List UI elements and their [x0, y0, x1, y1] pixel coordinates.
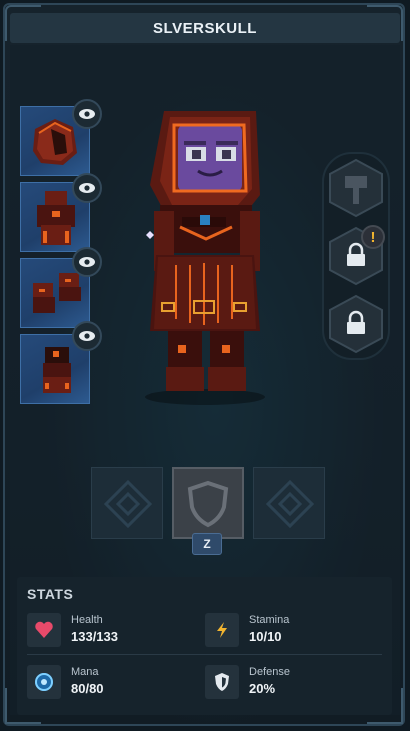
shield-icon — [205, 665, 239, 699]
stat-mana: Mana 80/80 — [27, 665, 197, 699]
alert-icon: ! — [370, 228, 376, 246]
stat-stamina: Stamina 10/10 — [205, 613, 375, 647]
stats-panel: STATS Health 133/133 Stamina 10/10 Mana … — [17, 577, 392, 715]
mana-swirl-icon — [27, 665, 61, 699]
stat-mana-value: 80/80 — [71, 681, 104, 696]
stat-health-label: Health — [71, 614, 103, 626]
eye-icon — [79, 109, 95, 119]
artifact-placeholder-icon — [265, 479, 315, 529]
stat-stamina-label: Stamina — [249, 614, 290, 626]
stat-defense: Defense 20% — [205, 665, 375, 699]
stat-mana-label: Mana — [71, 666, 99, 678]
toggle-visibility-chest[interactable] — [72, 173, 102, 203]
stat-health-value: 133/133 — [71, 629, 118, 644]
toggle-visibility-hood[interactable] — [72, 99, 102, 129]
lightning-icon — [205, 613, 239, 647]
character-preview[interactable] — [140, 105, 270, 405]
eye-icon — [79, 183, 95, 193]
stat-health: Health 133/133 — [27, 613, 197, 647]
artifact-slot-2-selected[interactable] — [172, 467, 244, 539]
stats-divider — [27, 654, 382, 655]
artifact-slot-1[interactable] — [91, 467, 163, 539]
ability-slot-locked-2[interactable] — [326, 294, 386, 354]
toggle-visibility-boots[interactable] — [72, 247, 102, 277]
stat-defense-value: 20% — [249, 681, 276, 696]
stats-title: STATS — [27, 586, 74, 602]
toggle-visibility-legs[interactable] — [72, 321, 102, 351]
ability-alert-badge: ! — [361, 225, 385, 249]
artifact-placeholder-icon — [103, 479, 153, 529]
shield-placeholder-icon — [187, 480, 229, 528]
artifact-slot-3[interactable] — [253, 467, 325, 539]
heart-icon — [27, 613, 61, 647]
ability-slot-hammer[interactable] — [326, 158, 386, 218]
keybind-label: Z — [203, 537, 211, 551]
eye-icon — [79, 257, 95, 267]
keybind-hint: Z — [192, 533, 222, 555]
eye-icon — [79, 331, 95, 341]
stat-stamina-value: 10/10 — [249, 629, 282, 644]
stat-defense-label: Defense — [249, 666, 290, 678]
character-name-header: SLVERSKULL — [10, 13, 400, 43]
character-name: SLVERSKULL — [153, 19, 257, 37]
